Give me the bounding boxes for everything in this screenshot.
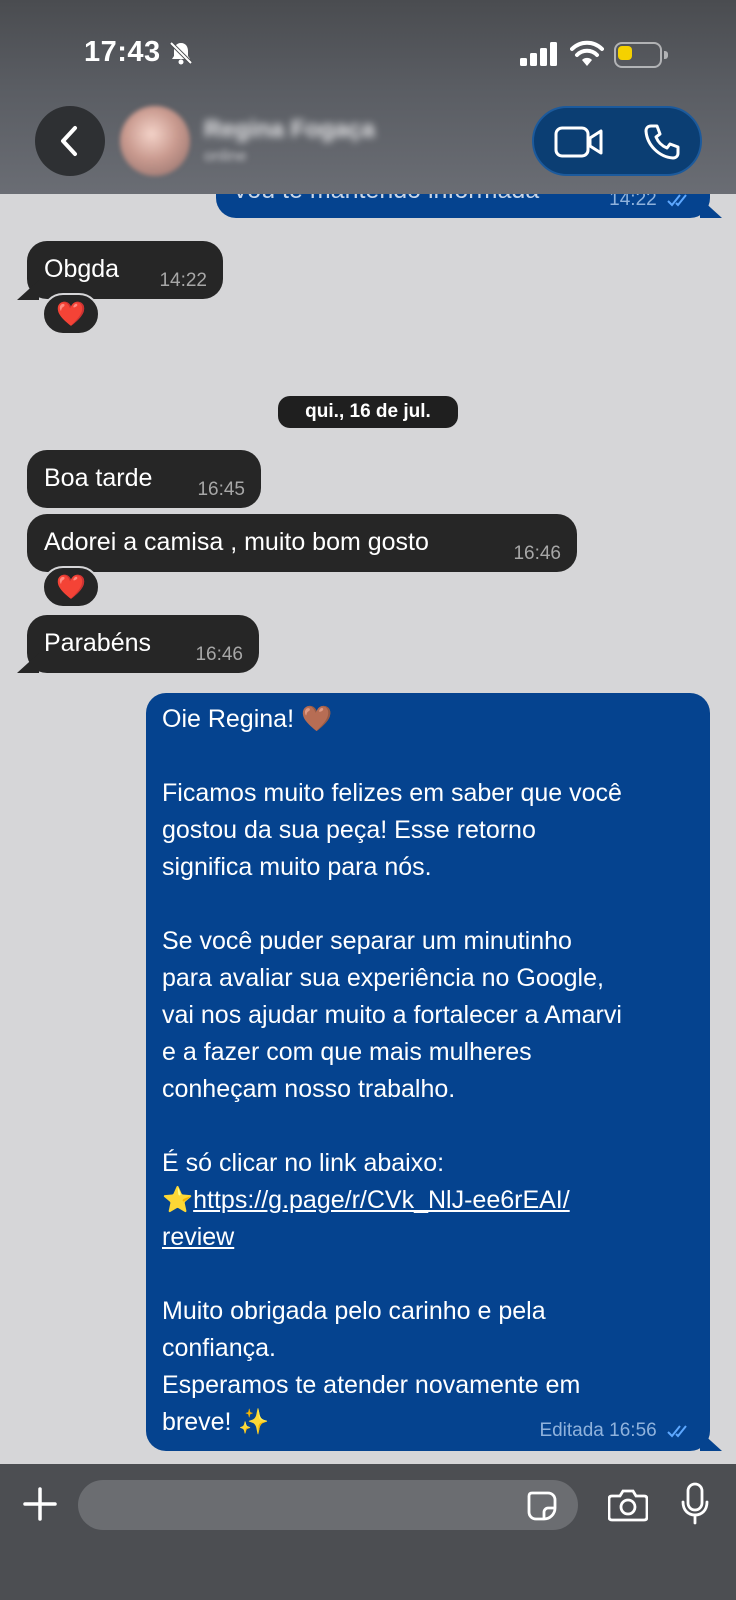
camera-icon[interactable] (608, 1488, 648, 1522)
message-meta: Editada 16:56 (539, 1421, 694, 1441)
message-line: significa muito para nós. (162, 853, 432, 881)
message-line: vai nos ajudar muito a fortalecer a Amar… (162, 1001, 622, 1029)
message-bubble-incoming[interactable]: Boa tarde 16:45 (27, 450, 261, 508)
message-text: Obgda (44, 255, 120, 283)
video-camera-icon[interactable] (554, 124, 604, 160)
date-separator: qui., 16 de jul. (278, 396, 458, 428)
message-bubble-incoming[interactable]: Parabéns 16:46 (27, 615, 259, 673)
message-line: review (162, 1219, 702, 1256)
message-body: Oie Regina! 🤎 Ficamos muito felizes em s… (162, 701, 702, 1441)
message-line: Esperamos te atender novamente em (162, 1371, 581, 1399)
star-emoji-icon: ⭐ (162, 1186, 194, 1214)
message-text: Parabéns (44, 629, 152, 657)
message-line: Muito obrigada pelo carinho e pela (162, 1297, 546, 1325)
wifi-icon (570, 40, 604, 66)
edited-label: Editada (539, 1420, 604, 1441)
message-text: Boa tarde (44, 464, 153, 492)
heart-reaction-icon: ❤️ (56, 573, 86, 601)
call-actions (532, 106, 702, 176)
message-bubble-incoming[interactable]: Adorei a camisa , muito bom gosto 16:46 (27, 514, 577, 572)
cellular-signal-icon (520, 42, 557, 66)
review-link-continued[interactable]: review (162, 1223, 234, 1251)
contact-name[interactable]: Regina Fogaça (204, 116, 375, 144)
chevron-left-icon (61, 126, 77, 156)
chat-header: 17:43 Regina Fogaça online (0, 0, 736, 194)
message-time: 16:46 (513, 543, 561, 564)
microphone-icon[interactable] (680, 1482, 710, 1526)
message-line: gostou da sua peça! Esse retorno (162, 816, 536, 844)
bubble-tail (700, 1431, 722, 1451)
phone-icon[interactable] (642, 122, 682, 162)
message-time: 14:22 (159, 270, 207, 291)
message-time: 16:56 (609, 1420, 657, 1441)
composer-bar (0, 1464, 736, 1600)
reaction-badge[interactable]: ❤️ (42, 293, 100, 335)
message-line: confiança. (162, 1334, 276, 1362)
plus-icon[interactable] (22, 1486, 58, 1522)
heart-reaction-icon: ❤️ (56, 300, 86, 328)
message-line: É só clicar no link abaixo: (162, 1149, 445, 1177)
message-line: e a fazer com que mais mulheres (162, 1038, 532, 1066)
read-ticks-icon (667, 1425, 687, 1438)
back-button[interactable] (35, 106, 105, 176)
bell-slash-icon (169, 41, 193, 65)
contact-avatar[interactable] (120, 106, 190, 176)
chat-area[interactable]: Vou te mantendo informada 14:22 Obgda 14… (0, 0, 736, 1600)
message-input[interactable] (78, 1480, 578, 1530)
read-ticks-icon (667, 194, 687, 207)
message-line: Ficamos muito felizes em saber que você (162, 779, 622, 807)
message-text: Adorei a camisa , muito bom gosto (44, 528, 429, 556)
reaction-badge[interactable]: ❤️ (42, 566, 100, 608)
message-bubble-incoming[interactable]: Obgda 14:22 (27, 241, 223, 299)
clock: 17:43 (84, 36, 161, 68)
sticker-icon[interactable] (526, 1490, 558, 1522)
message-line: ⭐https://g.page/r/CVk_NlJ-ee6rEAI/ (162, 1182, 702, 1219)
bubble-tail (700, 198, 722, 218)
message-time: 16:45 (197, 479, 245, 500)
review-link[interactable]: https://g.page/r/CVk_NlJ-ee6rEAI/ (193, 1186, 570, 1214)
contact-status: online (204, 148, 247, 165)
message-line: Se você puder separar um minutinho (162, 927, 572, 955)
message-line: para avaliar sua experiência no Google, (162, 964, 604, 992)
message-line: conheçam nosso trabalho. (162, 1075, 456, 1103)
status-bar: 17:43 (0, 30, 736, 80)
message-bubble-outgoing[interactable]: Oie Regina! 🤎 Ficamos muito felizes em s… (146, 693, 710, 1451)
message-time: 16:46 (195, 644, 243, 665)
battery-icon (614, 42, 668, 68)
message-line: Oie Regina! 🤎 (162, 705, 333, 733)
battery-level (618, 46, 632, 60)
